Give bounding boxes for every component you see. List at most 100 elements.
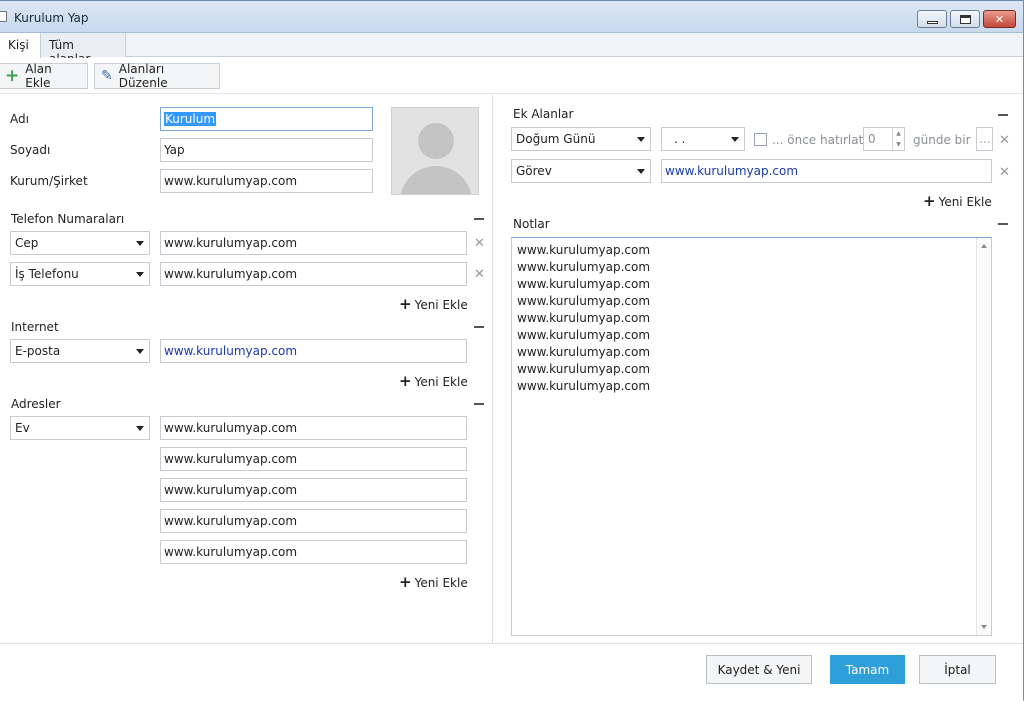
phone-type-select-1[interactable]: Cep bbox=[10, 231, 150, 255]
notes-scrollbar[interactable] bbox=[976, 238, 991, 635]
collapse-notes-icon[interactable] bbox=[998, 223, 1008, 225]
birthday-date-picker[interactable]: . . bbox=[661, 127, 745, 151]
address-line-1[interactable]: www.kurulumyap.com bbox=[160, 416, 467, 440]
period-select[interactable]: ... bbox=[976, 127, 993, 151]
address-line-5[interactable]: www.kurulumyap.com bbox=[160, 540, 467, 564]
close-button[interactable]: ✕ bbox=[983, 10, 1016, 28]
phone-type-select-2[interactable]: İş Telefonu bbox=[10, 262, 150, 286]
dialog-footer: Kaydet & Yeni Tamam İptal bbox=[0, 643, 1023, 701]
note-line: www.kurulumyap.com bbox=[517, 362, 651, 376]
contact-photo[interactable] bbox=[391, 107, 479, 195]
address-type-value: Ev bbox=[15, 421, 30, 435]
first-name-value: Kurulum bbox=[164, 112, 217, 126]
note-line: www.kurulumyap.com bbox=[517, 311, 651, 325]
save-and-new-button[interactable]: Kaydet & Yeni bbox=[706, 655, 812, 684]
notes-content: www.kurulumyap.com www.kurulumyap.com ww… bbox=[517, 242, 650, 395]
add-field-label: Alan Ekle bbox=[25, 62, 52, 90]
address-line-3[interactable]: www.kurulumyap.com bbox=[160, 478, 467, 502]
note-line: www.kurulumyap.com bbox=[517, 328, 651, 342]
close-icon: ✕ bbox=[994, 12, 1005, 26]
collapse-extra-fields-icon[interactable] bbox=[998, 114, 1008, 116]
cancel-button[interactable]: İptal bbox=[919, 655, 996, 684]
company-label: Kurum/Şirket bbox=[10, 174, 88, 188]
add-extra-field-label: Yeni Ekle bbox=[938, 194, 992, 209]
minimize-icon bbox=[926, 20, 938, 24]
add-internet-button[interactable]: + Yeni Ekle bbox=[399, 374, 468, 389]
stepper-down-icon[interactable]: ▼ bbox=[893, 139, 904, 150]
remove-job-icon[interactable]: ✕ bbox=[999, 166, 1010, 179]
notes-title: Notlar bbox=[513, 217, 550, 231]
chevron-down-icon bbox=[136, 349, 144, 354]
app-icon bbox=[0, 11, 7, 22]
period-label: günde bir bbox=[913, 133, 971, 147]
tab-kisi[interactable]: Kişi bbox=[0, 33, 41, 58]
scroll-down-icon[interactable] bbox=[981, 625, 987, 629]
remove-phone-2-icon[interactable]: ✕ bbox=[474, 268, 485, 281]
phones-section-title: Telefon Numaraları bbox=[11, 212, 125, 226]
remove-birthday-icon[interactable]: ✕ bbox=[999, 134, 1010, 147]
phone-input-1[interactable]: www.kurulumyap.com bbox=[160, 231, 467, 255]
note-line: www.kurulumyap.com bbox=[517, 277, 651, 291]
add-internet-label: Yeni Ekle bbox=[414, 374, 468, 389]
remind-days-value: 0 bbox=[868, 132, 876, 146]
phone-type-value-1: Cep bbox=[15, 236, 39, 250]
last-name-input[interactable]: Yap bbox=[160, 138, 373, 162]
add-phone-button[interactable]: + Yeni Ekle bbox=[399, 297, 468, 312]
ok-button[interactable]: Tamam bbox=[830, 655, 905, 684]
minimize-button[interactable] bbox=[917, 10, 947, 28]
chevron-down-icon bbox=[136, 426, 144, 431]
collapse-phones-icon[interactable] bbox=[474, 218, 484, 220]
first-name-input[interactable]: Kurulum bbox=[160, 107, 373, 131]
birthday-date-value: . . bbox=[674, 132, 686, 146]
job-type-select[interactable]: Görev bbox=[511, 159, 651, 183]
company-input[interactable]: www.kurulumyap.com bbox=[160, 169, 373, 193]
tab-bar: Kişi Tüm alanlar bbox=[0, 33, 1023, 66]
maximize-icon bbox=[959, 14, 971, 24]
notes-textarea[interactable]: www.kurulumyap.com www.kurulumyap.com ww… bbox=[511, 237, 992, 636]
remind-checkbox[interactable] bbox=[754, 133, 767, 146]
chevron-down-icon bbox=[637, 137, 645, 142]
birthday-type-select[interactable]: Doğum Günü bbox=[511, 127, 651, 151]
note-line: www.kurulumyap.com bbox=[517, 379, 651, 393]
chevron-down-icon bbox=[136, 272, 144, 277]
add-address-label: Yeni Ekle bbox=[414, 575, 468, 590]
collapse-internet-icon[interactable] bbox=[474, 326, 484, 328]
remove-phone-1-icon[interactable]: ✕ bbox=[474, 237, 485, 250]
collapse-addresses-icon[interactable] bbox=[474, 403, 484, 405]
edit-fields-button[interactable]: ✎ Alanları Düzenle bbox=[94, 62, 220, 90]
tab-all-fields[interactable]: Tüm alanlar bbox=[41, 33, 126, 66]
stepper-up-icon[interactable]: ▲ bbox=[893, 128, 904, 139]
maximize-button[interactable] bbox=[950, 10, 980, 28]
chevron-down-icon bbox=[637, 169, 645, 174]
email-input[interactable]: www.kurulumyap.com bbox=[160, 339, 467, 363]
add-address-button[interactable]: + Yeni Ekle bbox=[399, 575, 468, 590]
window-title: Kurulum Yap bbox=[14, 11, 89, 25]
toolbar: + Alan Ekle ✎ Alanları Düzenle bbox=[0, 58, 1023, 94]
address-line-2[interactable]: www.kurulumyap.com bbox=[160, 447, 467, 471]
first-name-label: Adı bbox=[10, 112, 29, 126]
add-phone-label: Yeni Ekle bbox=[414, 297, 468, 312]
last-name-label: Soyadı bbox=[10, 143, 51, 157]
internet-type-select[interactable]: E-posta bbox=[10, 339, 150, 363]
address-line-4[interactable]: www.kurulumyap.com bbox=[160, 509, 467, 533]
phone-input-2[interactable]: www.kurulumyap.com bbox=[160, 262, 467, 286]
internet-type-value: E-posta bbox=[15, 344, 61, 358]
note-line: www.kurulumyap.com bbox=[517, 345, 651, 359]
column-divider bbox=[492, 95, 493, 643]
scroll-up-icon[interactable] bbox=[981, 244, 987, 248]
avatar-head-shape bbox=[418, 123, 454, 159]
internet-section-title: Internet bbox=[11, 320, 59, 334]
add-field-button[interactable]: + Alan Ekle bbox=[0, 62, 88, 90]
extra-fields-title: Ek Alanlar bbox=[513, 107, 574, 121]
phone-type-value-2: İş Telefonu bbox=[15, 267, 79, 281]
contact-window: Kurulum Yap ✕ Kişi Tüm alanlar + Alan Ek… bbox=[0, 0, 1024, 701]
plus-icon: + bbox=[399, 372, 412, 390]
note-line: www.kurulumyap.com bbox=[517, 294, 651, 308]
avatar-body-shape bbox=[400, 166, 472, 194]
job-input[interactable]: www.kurulumyap.com bbox=[661, 159, 992, 183]
remind-days-stepper[interactable]: 0 ▲ ▼ bbox=[863, 127, 905, 151]
note-line: www.kurulumyap.com bbox=[517, 243, 651, 257]
address-type-select[interactable]: Ev bbox=[10, 416, 150, 440]
add-extra-field-button[interactable]: + Yeni Ekle bbox=[923, 194, 992, 209]
job-type-value: Görev bbox=[516, 164, 552, 178]
